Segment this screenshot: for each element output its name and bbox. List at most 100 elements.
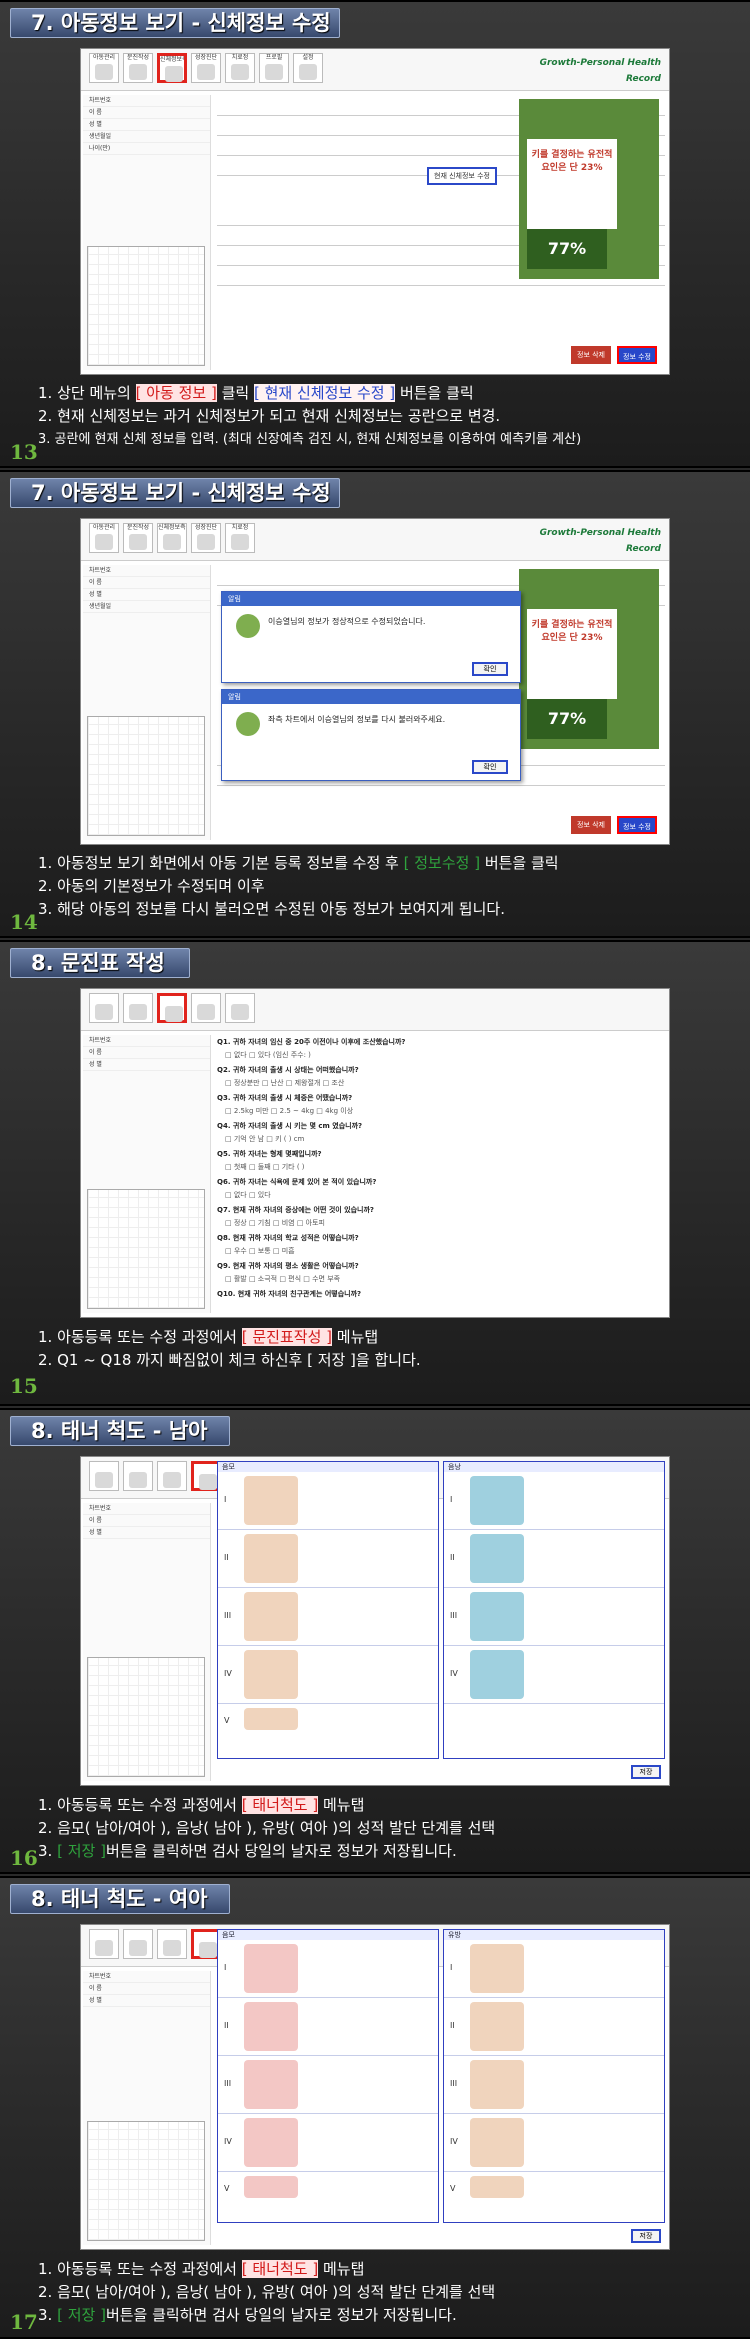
toolbar-questionnaire[interactable] (157, 993, 187, 1023)
tanner-stage-row[interactable]: I (218, 1472, 438, 1530)
tanner-stage-row[interactable]: V (218, 1704, 438, 1734)
toolbar-body-info[interactable]: 신체정보측정 (157, 523, 187, 553)
child-info-panel: 차트번호 이 름 성 별 (83, 1971, 211, 2245)
delete-info-button[interactable]: 정보 삭제 (571, 346, 611, 364)
chart-no-label: 차트번호 (89, 97, 112, 104)
tanner-stage-row[interactable]: II (218, 1530, 438, 1588)
tanner-stage-row[interactable]: II (444, 1998, 664, 2056)
slide-title: 8. 태너 척도 - 여아 (10, 1884, 230, 1914)
page-number: 16 (10, 1846, 38, 1870)
chart-no-row: 차트번호 (83, 1035, 210, 1047)
tanner-stage-row[interactable]: IV (218, 1646, 438, 1704)
toolbar-label: 문진작성 (126, 524, 150, 531)
tanner-stage-row[interactable]: IV (444, 1646, 664, 1704)
question-text: Q2. 귀하 자녀의 출생 시 상태는 어떠했습니까? (217, 1066, 359, 1074)
step-text: 1. 아동등록 또는 수정 과정에서 (38, 1796, 242, 1814)
update-info-button[interactable]: 정보 수정 (617, 816, 657, 834)
toolbar-child-mgmt[interactable]: 아동관리 (89, 523, 119, 553)
delete-info-button[interactable]: 정보 삭제 (571, 816, 611, 834)
tanner-stage-row[interactable]: III (444, 1588, 664, 1646)
slide-title: 7. 아동정보 보기 - 신체정보 수정 (10, 478, 340, 508)
toolbar-child-mgmt[interactable] (89, 993, 119, 1023)
question[interactable]: Q4. 귀하 자녀의 출생 시 키는 몇 cm 였습니까? □ 기억 안 남 □ … (217, 1121, 665, 1144)
instruction-steps: 1. 상단 메뉴의 [ 아동 정보 ] 클릭 [ 현재 신체정보 수정 ] 버튼… (38, 382, 740, 451)
toolbar-body-info[interactable]: 신체정보측정 (157, 53, 187, 83)
toolbar-diagnosis[interactable]: 성장진단 (191, 523, 221, 553)
tanner-stage-row[interactable]: IV (444, 2114, 664, 2172)
toolbar-diagnosis[interactable]: 성장진단 (191, 53, 221, 83)
child-info-panel: 차트번호 이 름 성 별 (83, 1503, 211, 1781)
dialog-ok-button[interactable]: 확인 (472, 662, 508, 676)
dialog-ok-button[interactable]: 확인 (472, 760, 508, 774)
toolbar-profile[interactable]: 프로필 (259, 53, 289, 83)
child-icon (95, 1472, 113, 1488)
hand-icon (197, 534, 215, 550)
info-icon (236, 712, 260, 736)
slide-13: 7. 아동정보 보기 - 신체정보 수정 아동관리 문진작성 신체정보측정 성장… (0, 0, 750, 468)
tanner-stage-row[interactable]: II (444, 1530, 664, 1588)
question-options: □ 2.5kg 미만 □ 2.5 ~ 4kg □ 4kg 이상 (225, 1107, 354, 1115)
step-text: 3. (38, 1842, 58, 1860)
tanner-stage-row[interactable]: III (218, 1588, 438, 1646)
question[interactable]: Q8. 현재 귀하 자녀의 학교 성적은 어떻습니까? □ 우수 □ 보통 □ 미… (217, 1233, 665, 1256)
question[interactable]: Q1. 귀하 자녀의 임신 중 20주 이전이나 이후에 조산했습니까? □ 없다… (217, 1037, 665, 1060)
slide-16: 8. 태너 척도 - 남아 차트번호 이 름 성 별 음모 I II III I… (0, 1408, 750, 1874)
toolbar-treatment[interactable]: 치료정 (225, 53, 255, 83)
tanner-stage-row[interactable]: III (218, 2056, 438, 2114)
question[interactable]: Q9. 현재 귀하 자녀의 평소 생활은 어떻습니까? □ 활발 □ 소극적 □ … (217, 1261, 665, 1284)
question[interactable]: Q6. 귀하 자녀는 식욕에 문제 있어 본 적이 있습니까? □ 없다 □ 있다 (217, 1177, 665, 1200)
ad-percent: 77% (527, 229, 607, 269)
update-info-button[interactable]: 정보 수정 (617, 346, 657, 364)
update-body-info-button[interactable]: 현재 신체정보 수정 (427, 167, 497, 185)
toolbar-settings[interactable]: 설정 (293, 53, 323, 83)
toolbar-survey[interactable] (123, 1461, 153, 1491)
toolbar-diagnosis[interactable] (191, 993, 221, 1023)
stage-label: III (224, 2078, 232, 2088)
toolbar-survey[interactable] (123, 993, 153, 1023)
question[interactable]: Q2. 귀하 자녀의 출생 시 상태는 어떠했습니까? □ 정상분만 □ 난산 □… (217, 1065, 665, 1088)
question[interactable]: Q7. 현재 귀하 자녀의 증상에는 어떤 것이 있습니까? □ 정상 □ 기침 … (217, 1205, 665, 1228)
top-toolbar: 아동관리 문진작성 신체정보측정 성장진단 치료정 Growth-Persona… (81, 519, 669, 561)
name-row: 이 름 (83, 107, 210, 119)
growth-chart (87, 2121, 205, 2241)
toolbar-label: 아동관리 (92, 524, 116, 531)
step-text: 메뉴탭 (332, 1328, 379, 1346)
toolbar-treatment[interactable]: 치료정 (225, 523, 255, 553)
app-screenshot: 아동관리 문진작성 신체정보측정 성장진단 치료정 프로필 설정 Growth-… (80, 48, 670, 375)
question-options: □ 정상 □ 기침 □ 비염 □ 아토피 (225, 1219, 325, 1227)
question-text: Q3. 귀하 자녀의 출생 시 체중은 어땠습니까? (217, 1094, 353, 1102)
question[interactable]: Q10. 현재 귀하 자녀의 친구관계는 어떻습니까? (217, 1289, 665, 1299)
toolbar-survey[interactable] (123, 1929, 153, 1959)
tanner-stage-row[interactable]: I (444, 1472, 664, 1530)
tanner-stage-row[interactable]: III (444, 2056, 664, 2114)
name-label: 이 름 (89, 1517, 102, 1524)
toolbar-questionnaire[interactable] (157, 1929, 187, 1959)
save-button[interactable]: 저장 (631, 1765, 661, 1779)
tanner-stage-row[interactable]: V (218, 2172, 438, 2202)
toolbar-treatment[interactable] (225, 993, 255, 1023)
growth-chart (87, 1657, 205, 1777)
tanner-stage-row[interactable]: II (218, 1998, 438, 2056)
tanner-stage-row[interactable]: I (218, 1940, 438, 1998)
hand-icon (197, 1004, 215, 1020)
toolbar-survey[interactable]: 문진작성 (123, 53, 153, 83)
toolbar-survey[interactable]: 문진작성 (123, 523, 153, 553)
question[interactable]: Q3. 귀하 자녀의 출생 시 체중은 어땠습니까? □ 2.5kg 미만 □ 2… (217, 1093, 665, 1116)
toolbar-child-mgmt[interactable] (89, 1461, 119, 1491)
questionnaire-icon (165, 1006, 183, 1022)
save-button[interactable]: 저장 (631, 2229, 661, 2243)
toolbar-child-mgmt[interactable] (89, 1929, 119, 1959)
step-highlight: [ 정보수정 ] (403, 854, 481, 872)
stage-image (470, 1534, 524, 1583)
tanner-stage-row[interactable]: V (444, 2172, 664, 2202)
step-2: 2. 음모( 남아/여아 ), 음낭( 남아 ), 유방( 여아 )의 성적 발… (38, 1819, 496, 1837)
question-text: Q6. 귀하 자녀는 식욕에 문제 있어 본 적이 있습니까? (217, 1178, 377, 1186)
question[interactable]: Q5. 귀하 자녀는 형제 몇째입니까? □ 첫째 □ 둘째 □ 기타 ( ) (217, 1149, 665, 1172)
tanner-stage-row[interactable]: I (444, 1940, 664, 1998)
brand-title: Growth-Personal Health Record (539, 58, 661, 84)
tanner-stage-row[interactable]: IV (218, 2114, 438, 2172)
toolbar-questionnaire[interactable] (157, 1461, 187, 1491)
truck-icon (129, 534, 147, 550)
tanner-right-header: 음낭 (444, 1462, 664, 1472)
toolbar-child-mgmt[interactable]: 아동관리 (89, 53, 119, 83)
